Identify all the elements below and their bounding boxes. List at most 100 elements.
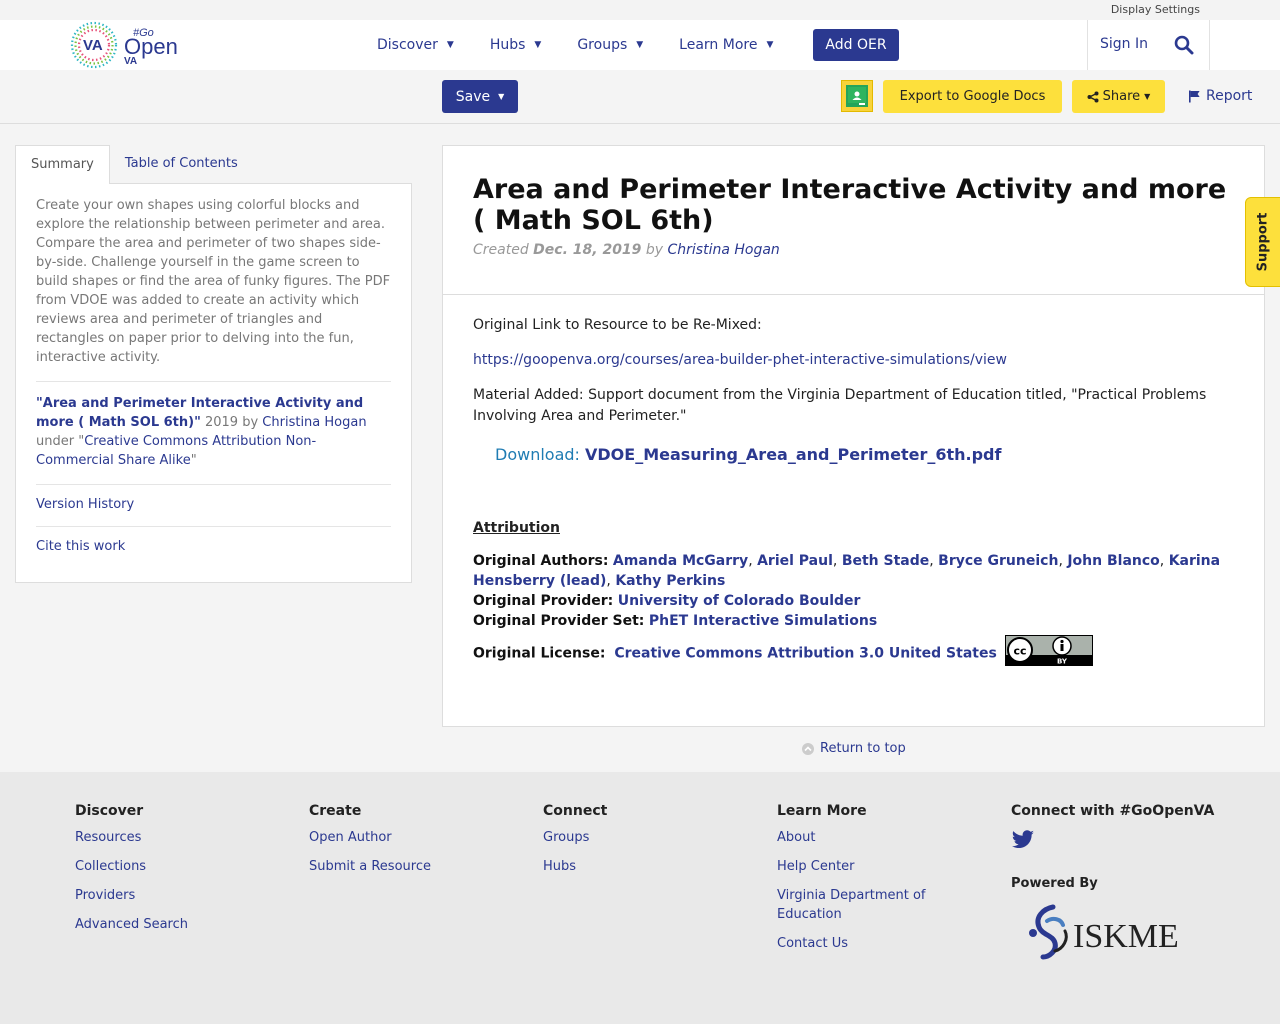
footer-link-help-center[interactable]: Help Center [777, 857, 967, 876]
save-label: Save [455, 88, 491, 105]
resource-sidebar: Summary Table of Contents Create your ow… [15, 145, 412, 584]
tab-summary[interactable]: Summary [15, 145, 110, 184]
share-icon [1087, 91, 1099, 102]
support-label: Support [1255, 212, 1271, 272]
original-license: Original License: Creative Commons Attri… [473, 635, 1234, 672]
original-provider: Original Provider: University of Colorad… [473, 591, 1234, 611]
resource-toolbar: Save ▼ Export to Google Docs Share ▼ Rep… [0, 70, 1280, 124]
provider-link[interactable]: University of Colorado Boulder [618, 593, 861, 609]
resource-body: Original Link to Resource to be Re-Mixed… [443, 295, 1264, 672]
license-link[interactable]: Creative Commons Attribution 3.0 United … [614, 646, 996, 662]
main-nav: Discover ▼ Hubs ▼ Groups ▼ Learn More ▼ [377, 20, 809, 70]
provider-set-link[interactable]: PhET Interactive Simulations [649, 613, 877, 629]
footer-link-advanced-search[interactable]: Advanced Search [75, 915, 188, 934]
goopenva-logo[interactable]: VA #Go Open VA [70, 20, 180, 70]
authors-label: Original Authors: [473, 553, 609, 569]
original-link-label: Original Link to Resource to be Re-Mixed… [473, 317, 762, 333]
author-link[interactable]: Amanda McGarry [613, 553, 748, 569]
nav-label: Learn More [679, 37, 758, 53]
footer-link-hubs[interactable]: Hubs [543, 857, 607, 876]
svg-text:VA: VA [83, 37, 103, 54]
footer-link-providers[interactable]: Providers [75, 886, 188, 905]
download-link[interactable]: Download: VDOE_Measuring_Area_and_Perime… [495, 445, 1234, 464]
download-filename: VDOE_Measuring_Area_and_Perimeter_6th.pd… [585, 445, 1002, 464]
chevron-down-icon: ▼ [534, 40, 542, 50]
resource-main: Area and Perimeter Interactive Activity … [442, 145, 1265, 727]
footer-learn-more: Learn More About Help Center Virginia De… [777, 803, 967, 963]
sign-in-link[interactable]: Sign In [1100, 36, 1148, 52]
author-link[interactable]: Ariel Paul [757, 553, 833, 569]
site-footer: Discover Resources Collections Providers… [0, 772, 1280, 1024]
report-link[interactable]: Report [1188, 88, 1252, 104]
tab-table-of-contents[interactable]: Table of Contents [110, 145, 253, 184]
footer-heading: Connect with #GoOpenVA [1011, 803, 1215, 819]
nav-hubs[interactable]: Hubs ▼ [490, 37, 542, 53]
footer-link-resources[interactable]: Resources [75, 828, 188, 847]
cite-this-work-link[interactable]: Cite this work [36, 539, 391, 554]
original-provider-set: Original Provider Set: PhET Interactive … [473, 611, 1234, 631]
footer-heading: Connect [543, 803, 608, 819]
twitter-icon[interactable] [1011, 830, 1035, 854]
google-classroom-button[interactable] [841, 80, 873, 112]
original-resource-link[interactable]: https://goopenva.org/courses/area-builde… [473, 350, 1234, 371]
svg-text:ISKME: ISKME [1073, 918, 1179, 955]
footer-link-contact-us[interactable]: Contact Us [777, 934, 967, 953]
footer-link-about[interactable]: About [777, 828, 967, 847]
license-label: Original License: [473, 645, 606, 662]
report-label: Report [1206, 88, 1253, 104]
footer-social: Connect with #GoOpenVA Powered By ISKME [1011, 803, 1241, 967]
footer-link-collections[interactable]: Collections [75, 857, 188, 876]
iskme-logo[interactable]: ISKME [1025, 903, 1241, 967]
nav-discover[interactable]: Discover ▼ [377, 37, 454, 53]
svg-text:cc: cc [1014, 645, 1027, 658]
search-icon[interactable] [1174, 35, 1194, 55]
summary-text: Create your own shapes using colorful bl… [36, 198, 391, 365]
save-button[interactable]: Save ▼ [442, 80, 518, 113]
citation: "Area and Perimeter Interactive Activity… [36, 394, 391, 470]
footer-link-open-author[interactable]: Open Author [309, 828, 431, 847]
provider-set-label: Original Provider Set: [473, 613, 645, 629]
svg-text:VA: VA [124, 56, 137, 67]
caret-down-icon: ▼ [498, 92, 505, 101]
divider [36, 381, 391, 382]
footer-link-groups[interactable]: Groups [543, 828, 607, 847]
google-classroom-icon [846, 85, 868, 107]
author-link[interactable]: Beth Stade [842, 553, 929, 569]
add-oer-button[interactable]: Add OER [813, 29, 899, 61]
author-link[interactable]: John Blanco [1067, 553, 1159, 569]
goopenva-logo-icon: VA #Go Open VA [70, 21, 178, 69]
author-link[interactable]: Kathy Perkins [615, 573, 725, 589]
footer-link-submit-resource[interactable]: Submit a Resource [309, 857, 431, 876]
author-link[interactable]: Bryce Gruneich [938, 553, 1058, 569]
share-button[interactable]: Share ▼ [1072, 80, 1165, 113]
citation-under: under " [36, 434, 85, 449]
footer-heading: Learn More [777, 803, 867, 819]
footer-create: Create Open Author Submit a Resource [309, 803, 431, 886]
version-history-link[interactable]: Version History [36, 497, 391, 512]
powered-by-label: Powered By [1011, 876, 1098, 891]
citation-year: 2019 by [200, 415, 263, 430]
iskme-logo-icon: ISKME [1029, 904, 1179, 960]
resource-header: Area and Perimeter Interactive Activity … [443, 146, 1264, 295]
nav-groups[interactable]: Groups ▼ [577, 37, 643, 53]
footer-link-vdoe[interactable]: Virginia Department of Education [777, 886, 967, 924]
chevron-down-icon: ▼ [766, 40, 774, 50]
caret-down-icon: ▼ [1144, 92, 1151, 101]
created-date: Dec. 18, 2019 [533, 242, 642, 258]
citation-author-link[interactable]: Christina Hogan [262, 415, 366, 430]
return-to-top-label: Return to top [820, 741, 906, 756]
footer-connect: Connect Groups Hubs [543, 803, 607, 886]
author-link[interactable]: Christina Hogan [668, 242, 780, 258]
export-google-docs-button[interactable]: Export to Google Docs [883, 80, 1062, 113]
return-to-top-link[interactable]: Return to top [802, 741, 906, 756]
display-settings-link[interactable]: Display Settings [1111, 3, 1200, 16]
cc-by-badge-icon[interactable]: cc BY [1005, 635, 1094, 672]
divider [36, 526, 391, 527]
support-tab[interactable]: Support [1245, 197, 1280, 287]
nav-label: Groups [577, 37, 628, 53]
created-label: Created [473, 242, 534, 258]
nav-learn-more[interactable]: Learn More ▼ [679, 37, 773, 53]
nav-label: Hubs [489, 37, 526, 53]
divider [36, 484, 391, 485]
share-label: Share [1102, 89, 1141, 104]
